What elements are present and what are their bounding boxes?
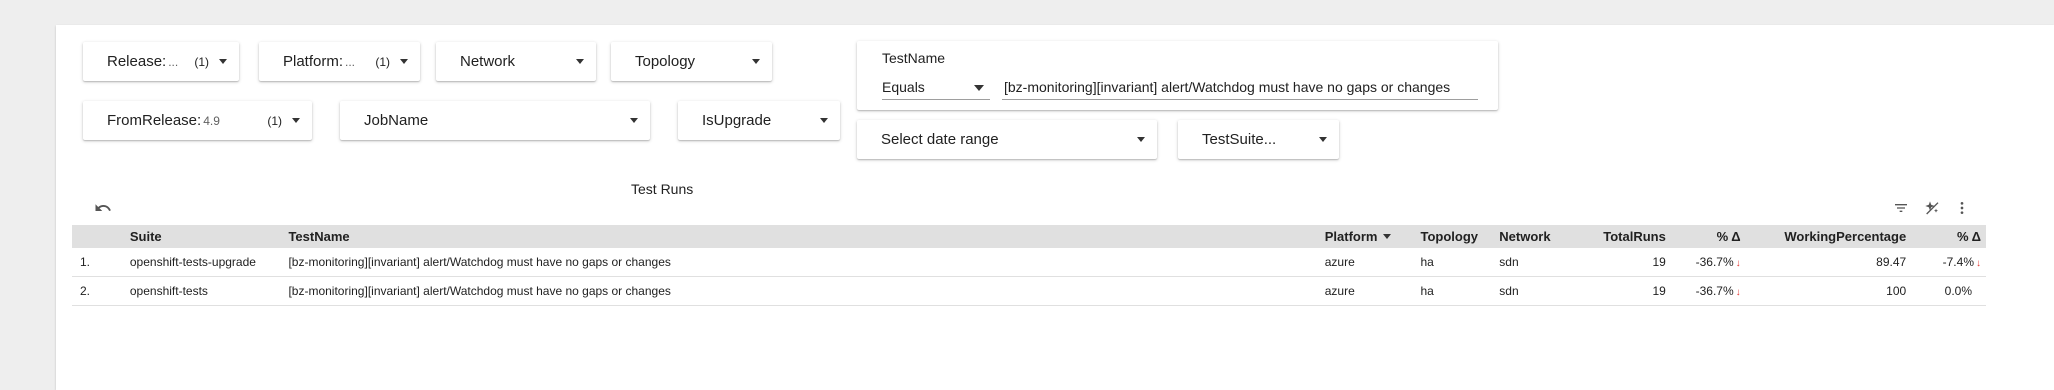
cell-pct-delta-working: -7.4% ↓ [1942, 255, 1981, 269]
table-row[interactable]: 1. openshift-tests-upgrade [bz-monitorin… [72, 248, 1986, 277]
test-name-operator-select[interactable]: Equals [882, 75, 990, 100]
column-header-network[interactable]: Network [1499, 229, 1567, 244]
table-header: Suite TestName Platform Topology Network… [72, 225, 1986, 248]
chevron-down-icon [974, 85, 984, 91]
column-header-suite[interactable]: Suite [130, 229, 289, 244]
is-upgrade-filter[interactable]: IsUpgrade [678, 101, 840, 140]
filter-icon[interactable] [1890, 197, 1912, 219]
cell-pct-delta-runs: -36.7% ↓ [1695, 255, 1741, 269]
release-value: ... [168, 54, 179, 69]
cell-topology: ha [1420, 284, 1434, 298]
test-runs-table: Suite TestName Platform Topology Network… [72, 225, 1986, 306]
column-header-totalruns[interactable]: TotalRuns [1567, 229, 1666, 244]
column-header-pct-delta-runs[interactable]: % Δ [1666, 229, 1741, 244]
release-count: (1) [194, 54, 209, 69]
column-header-topology[interactable]: Topology [1420, 229, 1499, 244]
chevron-down-icon [400, 59, 408, 64]
chevron-down-icon [630, 118, 638, 123]
row-index: 1. [80, 255, 91, 269]
cell-suite: openshift-tests [129, 284, 208, 298]
from-release-count: (1) [267, 113, 282, 128]
cell-testname: [bz-monitoring][invariant] alert/Watchdo… [288, 255, 671, 269]
cell-workingpercentage: 89.47 [1876, 255, 1907, 269]
cell-pct-delta-working: 0.0% [1944, 284, 1973, 298]
chevron-down-icon [752, 59, 760, 64]
undo-icon[interactable] [92, 197, 114, 219]
chevron-down-icon [820, 118, 828, 123]
table-row[interactable]: 2. openshift-tests [bz-monitoring][invar… [72, 277, 1986, 306]
ai-sparkle-icon[interactable] [1921, 197, 1943, 219]
test-name-filter: TestName Equals [857, 41, 1498, 110]
cell-platform: azure [1324, 284, 1355, 298]
column-header-testname[interactable]: TestName [288, 229, 1324, 244]
cell-platform: azure [1324, 255, 1355, 269]
job-name-filter[interactable]: JobName [340, 101, 650, 140]
arrow-down-icon: ↓ [1976, 258, 1981, 269]
cell-pct-delta-runs: -36.7% ↓ [1695, 284, 1741, 298]
column-header-workingpercentage[interactable]: WorkingPercentage [1741, 229, 1906, 244]
platform-filter[interactable]: Platform: ... (1) [259, 42, 420, 81]
topology-filter[interactable]: Topology [611, 42, 772, 81]
cell-network: sdn [1499, 255, 1519, 269]
date-range-filter[interactable]: Select date range [857, 120, 1157, 159]
test-name-title: TestName [882, 50, 946, 66]
platform-value: ... [345, 54, 356, 69]
chevron-down-icon [576, 59, 584, 64]
row-index: 2. [80, 284, 91, 298]
platform-count: (1) [375, 54, 390, 69]
table-title: Test Runs [631, 181, 694, 197]
chevron-down-icon [1319, 137, 1327, 142]
cell-testname: [bz-monitoring][invariant] alert/Watchdo… [288, 284, 671, 298]
from-release-filter[interactable]: FromRelease: 4.9 (1) [83, 101, 312, 140]
cell-suite: openshift-tests-upgrade [129, 255, 256, 269]
cell-network: sdn [1499, 284, 1519, 298]
cell-workingpercentage: 100 [1886, 284, 1907, 298]
from-release-value: 4.9 [203, 113, 220, 128]
column-header-pct-delta-working[interactable]: % Δ [1906, 229, 1986, 244]
cell-topology: ha [1420, 255, 1434, 269]
more-vert-icon[interactable] [1951, 197, 1973, 219]
release-filter[interactable]: Release: ... (1) [83, 42, 239, 81]
chevron-down-icon [292, 118, 300, 123]
test-suite-filter[interactable]: TestSuite... [1178, 120, 1339, 159]
cell-totalruns: 19 [1652, 284, 1666, 298]
sort-desc-icon [1383, 234, 1392, 239]
chevron-down-icon [219, 59, 227, 64]
chevron-down-icon [1137, 137, 1145, 142]
cell-totalruns: 19 [1652, 255, 1666, 269]
column-header-platform[interactable]: Platform [1325, 229, 1421, 244]
test-name-input[interactable] [1002, 75, 1478, 100]
network-filter[interactable]: Network [436, 42, 596, 81]
